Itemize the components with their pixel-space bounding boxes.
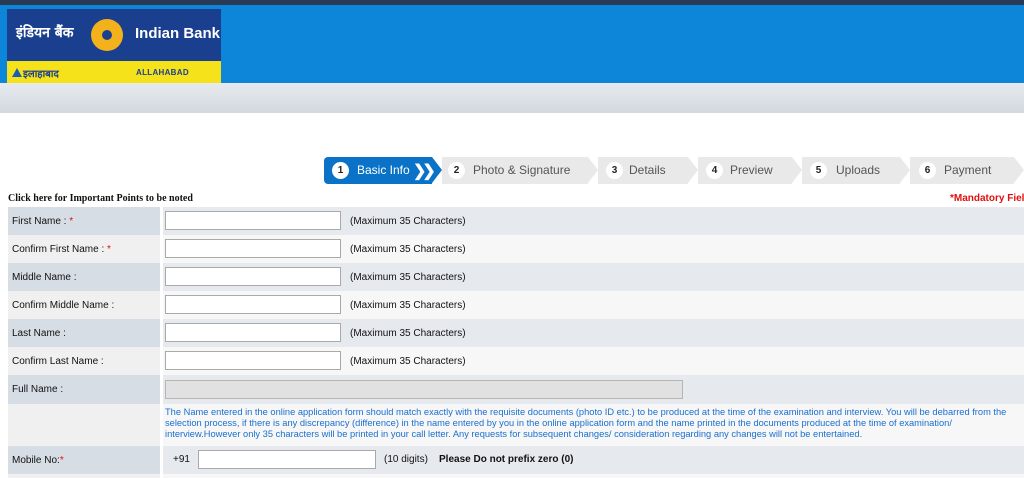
middle-name-hint: (Maximum 35 Characters) <box>350 272 466 283</box>
confirm-first-name-input[interactable] <box>165 239 341 258</box>
step-chevron <box>900 157 910 183</box>
full-name-label-cell: Full Name : <box>8 375 160 404</box>
step-uploads[interactable]: 5 Uploads <box>802 157 910 184</box>
step-label: Basic Info <box>357 163 410 177</box>
confirm-middle-name-hint: (Maximum 35 Characters) <box>350 300 466 311</box>
step-chevron <box>432 157 442 183</box>
mobile-label-cell: Mobile No:* <box>8 446 160 474</box>
first-name-row: First Name : * (Maximum 35 Characters) <box>8 207 1024 235</box>
confirm-last-name-input[interactable] <box>165 351 341 370</box>
step-chevron <box>1014 157 1024 183</box>
first-name-label-cell: First Name : * <box>8 207 160 235</box>
step-label: Preview <box>730 163 773 177</box>
mandatory-field-note: *Mandatory Field <box>950 193 1024 204</box>
middle-name-row: Middle Name : (Maximum 35 Characters) <box>8 263 1024 291</box>
grey-band <box>0 83 1024 113</box>
first-name-label-text: First Name : <box>12 216 67 227</box>
first-name-value-cell: (Maximum 35 Characters) <box>163 207 1024 235</box>
confirm-middle-name-input[interactable] <box>165 295 341 314</box>
step-number: 2 <box>448 162 465 179</box>
logo-english-text: Indian Bank <box>135 25 221 42</box>
logo-hindi-text: इंडियन बैंक <box>16 25 74 41</box>
step-number: 5 <box>810 162 827 179</box>
allahabad-triangle-icon <box>12 68 22 77</box>
last-name-hint: (Maximum 35 Characters) <box>350 328 466 339</box>
next-row-peek <box>8 474 1024 478</box>
confirm-middle-name-label-cell: Confirm Middle Name : <box>8 291 160 319</box>
step-label: Photo & Signature <box>473 163 571 177</box>
step-chevron <box>792 157 802 183</box>
double-chevron-right-icon: ❯❯ <box>413 163 436 180</box>
next-row-label-cell <box>8 474 160 478</box>
name-note-row: The Name entered in the online applicati… <box>8 404 1024 446</box>
step-number: 3 <box>606 162 623 179</box>
step-label: Details <box>629 163 666 177</box>
confirm-last-name-row: Confirm Last Name : (Maximum 35 Characte… <box>8 347 1024 375</box>
middle-name-value-cell: (Maximum 35 Characters) <box>163 263 1024 291</box>
middle-name-label-cell: Middle Name : <box>8 263 160 291</box>
confirm-first-name-label: Confirm First Name : * <box>12 244 111 255</box>
mobile-value-cell: +91 (10 digits) Please Do not prefix zer… <box>163 446 1024 474</box>
name-matching-note: The Name entered in the online applicati… <box>165 407 1007 439</box>
step-photo-signature[interactable]: 2 Photo & Signature <box>442 157 598 184</box>
last-name-label-cell: Last Name : <box>8 319 160 347</box>
confirm-first-name-row: Confirm First Name : * (Maximum 35 Chara… <box>8 235 1024 263</box>
step-label: Uploads <box>836 163 881 177</box>
confirm-last-name-hint: (Maximum 35 Characters) <box>350 356 466 367</box>
step-chevron <box>688 157 698 183</box>
confirm-middle-name-label: Confirm Middle Name : <box>12 300 115 311</box>
step-number: 1 <box>332 162 349 179</box>
country-code-prefix: +91 <box>173 454 190 465</box>
step-preview[interactable]: 4 Preview <box>698 157 802 184</box>
name-note-label-cell <box>8 404 160 446</box>
full-name-row: Full Name : <box>8 375 1024 404</box>
confirm-first-name-value-cell: (Maximum 35 Characters) <box>163 235 1024 263</box>
mobile-row: Mobile No:* +91 (10 digits) Please Do no… <box>8 446 1024 474</box>
first-name-input[interactable] <box>165 211 341 230</box>
confirm-last-name-label-cell: Confirm Last Name : <box>8 347 160 375</box>
next-row-value-cell <box>163 474 1024 478</box>
name-note-value-cell: The Name entered in the online applicati… <box>163 404 1024 446</box>
confirm-middle-name-value-cell: (Maximum 35 Characters) <box>163 291 1024 319</box>
confirm-last-name-value-cell: (Maximum 35 Characters) <box>163 347 1024 375</box>
bank-emblem-icon <box>91 19 123 51</box>
logo-allahabad-english: ALLAHABAD <box>136 68 189 77</box>
required-asterisk: * <box>69 216 74 227</box>
step-label: Payment <box>944 163 992 177</box>
mobile-label-text: Mobile No: <box>12 455 60 466</box>
last-name-input[interactable] <box>165 323 341 342</box>
site-header: इंडियन बैंक Indian Bank इलाहाबाद ALLAHAB… <box>0 5 1024 83</box>
mobile-digits-hint: (10 digits) <box>384 454 428 465</box>
full-name-input <box>165 380 683 399</box>
confirm-first-name-label-text: Confirm First Name : <box>12 244 105 255</box>
step-chevron <box>588 157 598 183</box>
last-name-label: Last Name : <box>12 328 66 339</box>
step-number: 6 <box>919 162 936 179</box>
step-basic-info[interactable]: 1 Basic Info ❯❯ <box>324 157 442 184</box>
mobile-label: Mobile No:* <box>12 455 64 466</box>
last-name-row: Last Name : (Maximum 35 Characters) <box>8 319 1024 347</box>
mobile-zero-warning: Please Do not prefix zero (0) <box>439 454 574 465</box>
confirm-first-name-label-cell: Confirm First Name : * <box>8 235 160 263</box>
first-name-label: First Name : * <box>12 216 73 227</box>
last-name-value-cell: (Maximum 35 Characters) <box>163 319 1024 347</box>
step-payment[interactable]: 6 Payment <box>910 157 1024 184</box>
first-name-hint: (Maximum 35 Characters) <box>350 216 466 227</box>
required-asterisk: * <box>107 244 111 255</box>
important-points-link[interactable]: Click here for Important Points to be no… <box>8 193 193 204</box>
confirm-middle-name-row: Confirm Middle Name : (Maximum 35 Charac… <box>8 291 1024 319</box>
confirm-last-name-label: Confirm Last Name : <box>12 356 104 367</box>
step-number: 4 <box>706 162 723 179</box>
step-progress-bar: 1 Basic Info ❯❯ 2 Photo & Signature 3 De… <box>324 157 1024 184</box>
middle-name-label: Middle Name : <box>12 272 77 283</box>
mobile-input[interactable] <box>198 450 376 469</box>
required-asterisk: * <box>59 455 64 466</box>
full-name-value-cell <box>163 375 1024 404</box>
logo-allahabad-hindi: इलाहाबाद <box>23 69 59 80</box>
full-name-label: Full Name : <box>12 384 64 395</box>
step-details[interactable]: 3 Details <box>598 157 698 184</box>
confirm-first-name-hint: (Maximum 35 Characters) <box>350 244 466 255</box>
middle-name-input[interactable] <box>165 267 341 286</box>
indian-bank-logo[interactable]: इंडियन बैंक Indian Bank इलाहाबाद ALLAHAB… <box>7 9 221 83</box>
